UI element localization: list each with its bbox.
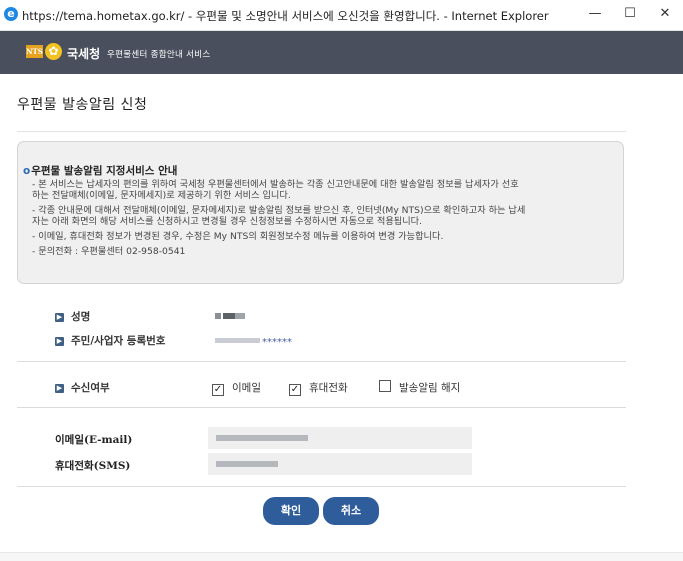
bullet-icon: ▶ — [55, 313, 64, 322]
email-checkbox-option[interactable]: ✓ 이메일 — [212, 380, 261, 396]
receive-label: ▶ 수신여부 — [55, 382, 110, 394]
divider — [17, 486, 626, 487]
confirm-button[interactable]: 확인 — [263, 497, 319, 525]
minimize-button[interactable]: — — [580, 3, 610, 25]
name-value — [215, 313, 245, 319]
email-checkbox[interactable]: ✓ — [212, 384, 224, 396]
email-label: 이메일(E-mail) — [55, 434, 133, 446]
email-field[interactable] — [208, 427, 472, 449]
id-value: ****** — [215, 337, 292, 348]
service-name: 우편물센터 종합안내 서비스 — [107, 50, 211, 60]
maximize-button[interactable]: ☐ — [615, 3, 645, 25]
unsubscribe-checkbox[interactable] — [379, 380, 391, 392]
info-line: 하는 전달매체(이메일, 문자메세지)로 제공하기 위한 서비스 입니다. — [32, 190, 291, 201]
info-line: - 본 서비스는 납세자의 편의를 위하여 국세청 우편물센터에서 발송하는 각… — [32, 179, 519, 190]
close-button[interactable]: ✕ — [650, 3, 680, 25]
info-line: - 이메일, 휴대전화 정보가 변경된 경우, 수정은 My NTS의 회원정보… — [32, 231, 444, 242]
divider — [17, 407, 626, 408]
divider — [17, 361, 626, 362]
info-line: - 문의전화 : 우편물센터 02-958-0541 — [32, 246, 186, 257]
info-box: ο우편물 발송알림 지정서비스 안내 - 본 서비스는 납세자의 편의를 위하여… — [17, 141, 624, 284]
window-title: https://tema.hometax.go.kr/ - 우편물 및 소명안내… — [22, 9, 549, 23]
masked-value — [216, 461, 278, 467]
flower-emblem-icon: ✿ — [45, 43, 62, 60]
sms-label: 휴대전화(SMS) — [55, 460, 131, 472]
bullet-icon: ▶ — [55, 384, 64, 393]
agency-name: 국세청 — [67, 47, 101, 61]
divider — [17, 131, 626, 132]
unsubscribe-checkbox-option[interactable]: 발송알림 해지 — [379, 380, 460, 395]
cancel-button[interactable]: 취소 — [323, 497, 379, 525]
info-line: 자는 아래 화면의 해당 서비스를 신청하시고 변경될 경우 신청정보를 수정하… — [32, 216, 423, 227]
sms-checkbox-option[interactable]: ✓ 휴대전화 — [289, 380, 348, 396]
sms-checkbox[interactable]: ✓ — [289, 384, 301, 396]
name-label: ▶ 성명 — [55, 311, 91, 323]
sms-field[interactable] — [208, 453, 472, 475]
bullet-dot-icon: ο — [23, 165, 31, 177]
bullet-icon: ▶ — [55, 337, 64, 346]
nts-logo: NTS — [26, 45, 43, 58]
header-banner: NTS ✿ 국세청 우편물센터 종합안내 서비스 — [0, 31, 683, 74]
info-heading: ο우편물 발송알림 지정서비스 안내 — [23, 165, 178, 177]
internet-explorer-icon: e — [4, 7, 18, 21]
id-label: ▶ 주민/사업자 등록번호 — [55, 335, 166, 347]
window-titlebar: e https://tema.hometax.go.kr/ - 우편물 및 소명… — [0, 0, 683, 31]
info-line: - 각종 안내문에 대해서 전달매체(이메일, 문자메세지)로 발송알림 정보를… — [32, 205, 526, 216]
masked-value — [216, 435, 308, 441]
page-title: 우편물 발송알림 신청 — [17, 97, 148, 113]
